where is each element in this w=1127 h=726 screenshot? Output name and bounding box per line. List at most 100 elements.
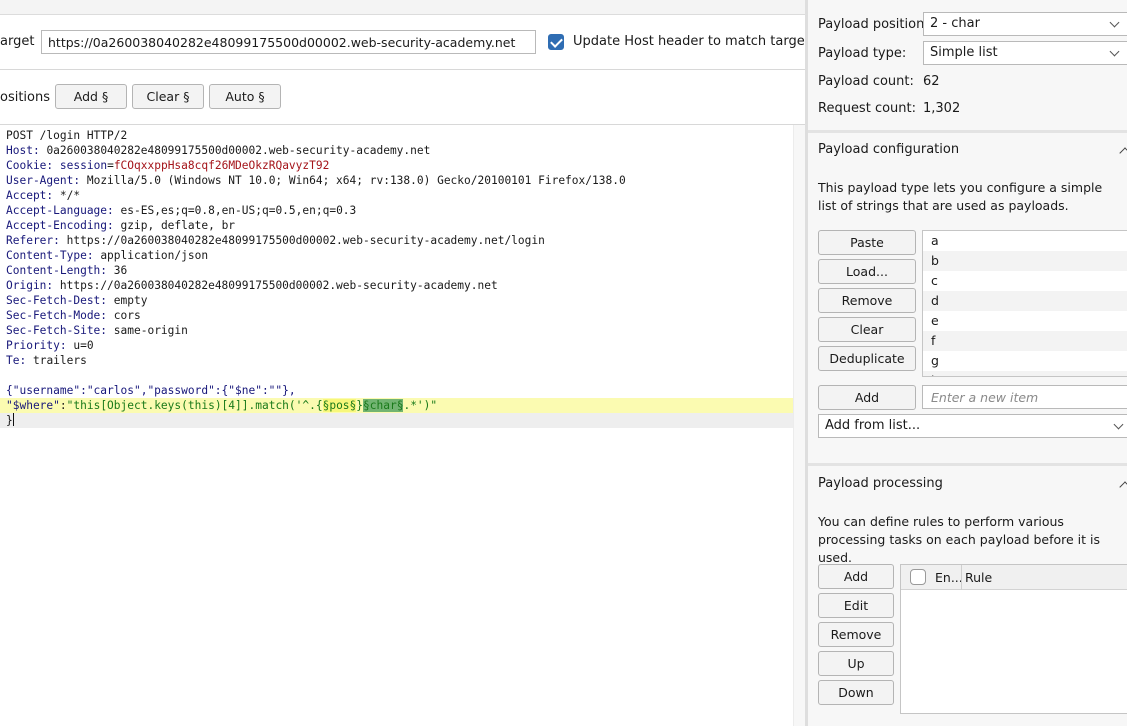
rules-table[interactable]: En... Rule (900, 564, 1127, 714)
new-item-input[interactable]: Enter a new item (922, 385, 1127, 409)
header-name: Sec-Fetch-Dest (6, 294, 101, 307)
chevron-down-icon (1109, 17, 1120, 28)
payload-marker-char[interactable]: §char§ (363, 399, 404, 412)
json-text: {"username":"carlos","password":{"$ne":"… (6, 384, 296, 397)
update-host-checkbox[interactable] (548, 34, 564, 50)
header-value: cors (113, 309, 141, 322)
header-name: Content-Length (6, 264, 101, 277)
payload-marker-pos[interactable]: §pos§ (322, 399, 357, 412)
header-line: Host: 0a260038040282e48099175500d00002.w… (0, 143, 793, 158)
target-label: arget (0, 34, 35, 49)
add-rule-button[interactable]: Add (818, 564, 894, 589)
payload-processing-description: You can define rules to perform various … (818, 514, 1101, 565)
list-item[interactable]: a (923, 231, 1127, 251)
positions-toolbar: ositions Add § Clear § Auto § (0, 70, 805, 125)
list-item[interactable]: d (923, 291, 1127, 311)
payload-count-value: 62 (923, 74, 940, 89)
header-name: Priority (6, 339, 60, 352)
clear-marker-button[interactable]: Clear § (132, 84, 204, 109)
deduplicate-button[interactable]: Deduplicate (818, 346, 916, 371)
down-rule-button[interactable]: Down (818, 680, 894, 705)
header-name: User-Agent (6, 174, 74, 187)
header-line: Te: trailers (0, 353, 793, 368)
clear-payloads-button[interactable]: Clear (818, 317, 916, 342)
payload-list[interactable]: abcdefgh (922, 230, 1127, 377)
body-line-where: "$where":"this[Object.keys(this)[4]].mat… (0, 398, 793, 413)
load-button[interactable]: Load... (818, 259, 916, 284)
json-colon: : (59, 399, 67, 412)
header-name: Host (6, 144, 33, 157)
header-line: Sec-Fetch-Site: same-origin (0, 323, 793, 338)
list-item[interactable]: b (923, 251, 1127, 271)
header-line: Content-Length: 36 (0, 263, 793, 278)
header-separator: : (100, 324, 114, 337)
list-item[interactable]: f (923, 331, 1127, 351)
header-separator: : (32, 144, 47, 157)
header-name: Te (6, 354, 20, 367)
header-line: Origin: https://0a260038040282e480991755… (0, 278, 793, 293)
request-text[interactable]: POST /login HTTP/2 Host: 0a260038040282e… (0, 128, 793, 428)
request-count-label: Request count: (818, 101, 916, 116)
header-separator: : (59, 339, 74, 352)
header-line: Referer: https://0a260038040282e48099175… (0, 233, 793, 248)
header-value: same-origin (113, 324, 188, 337)
add-from-list-select[interactable]: Add from list... (818, 414, 1127, 438)
enabled-column-header[interactable]: En... (935, 570, 963, 585)
header-value: 0a260038040282e48099175500d00002.web-sec… (46, 144, 431, 157)
header-line: Cookie: session=fCOqxxppHsa8cqf26MDeOkzR… (0, 158, 793, 173)
add-from-list-label: Add from list... (825, 418, 921, 433)
payload-position-label: Payload position: (818, 17, 929, 32)
add-marker-button[interactable]: Add § (55, 84, 127, 109)
header-separator: : (100, 264, 114, 277)
header-name: Accept (6, 189, 47, 202)
header-name: Referer (6, 234, 54, 247)
editor-scrollbar[interactable] (793, 125, 805, 726)
header-separator: : (86, 249, 101, 262)
list-item[interactable]: c (923, 271, 1127, 291)
chevron-down-icon (1113, 419, 1124, 430)
list-item[interactable]: g (923, 351, 1127, 371)
remove-rule-button[interactable]: Remove (818, 622, 894, 647)
payload-position-select[interactable]: 2 - char (923, 12, 1127, 36)
paste-button[interactable]: Paste (818, 230, 916, 255)
column-separator[interactable] (961, 565, 962, 590)
top-strip (0, 0, 805, 15)
up-rule-button[interactable]: Up (818, 651, 894, 676)
header-line: Sec-Fetch-Mode: cors (0, 308, 793, 323)
update-host-label: Update Host header to match target (573, 34, 810, 49)
payload-count-label: Payload count: (818, 74, 914, 89)
header-name: Cookie (6, 159, 47, 172)
header-value: es-ES,es;q=0.8,en-US;q=0.5,en;q=0.3 (120, 204, 357, 217)
select-all-rules-checkbox[interactable] (910, 569, 926, 585)
header-name: Content-Type (6, 249, 87, 262)
target-url-input[interactable]: https://0a260038040282e48099175500d00002… (41, 30, 536, 54)
header-line: User-Agent: Mozilla/5.0 (Windows NT 10.0… (0, 173, 793, 188)
request-count-value: 1,302 (923, 101, 961, 116)
auto-marker-button[interactable]: Auto § (209, 84, 281, 109)
header-separator: : (100, 309, 114, 322)
list-item[interactable]: e (923, 311, 1127, 331)
edit-rule-button[interactable]: Edit (818, 593, 894, 618)
header-separator: : (19, 354, 33, 367)
header-separator: : (46, 189, 60, 202)
list-item[interactable]: h (923, 371, 1127, 376)
header-value: u=0 (73, 339, 94, 352)
add-payload-button[interactable]: Add (818, 385, 916, 410)
header-name: Origin (6, 279, 47, 292)
collapse-icon[interactable] (1119, 481, 1127, 493)
rule-column-header[interactable]: Rule (965, 570, 992, 585)
collapse-icon[interactable] (1119, 147, 1127, 159)
header-separator: : (107, 204, 121, 217)
payload-position-value: 2 - char (930, 16, 980, 31)
header-value: 36 (113, 264, 128, 277)
payload-type-select[interactable]: Simple list (923, 41, 1127, 65)
target-row: arget https://0a260038040282e48099175500… (0, 15, 810, 70)
request-editor[interactable]: POST /login HTTP/2 Host: 0a260038040282e… (0, 124, 805, 726)
payloads-panel: Payload position: 2 - char Payload type:… (808, 0, 1127, 726)
remove-payload-button[interactable]: Remove (818, 288, 916, 313)
header-name: Accept-Encoding (6, 219, 108, 232)
header-separator: : (100, 294, 114, 307)
payload-type-label: Payload type: (818, 46, 907, 61)
payload-type-value: Simple list (930, 45, 998, 60)
header-value: https://0a260038040282e48099175500d00002… (59, 279, 498, 292)
